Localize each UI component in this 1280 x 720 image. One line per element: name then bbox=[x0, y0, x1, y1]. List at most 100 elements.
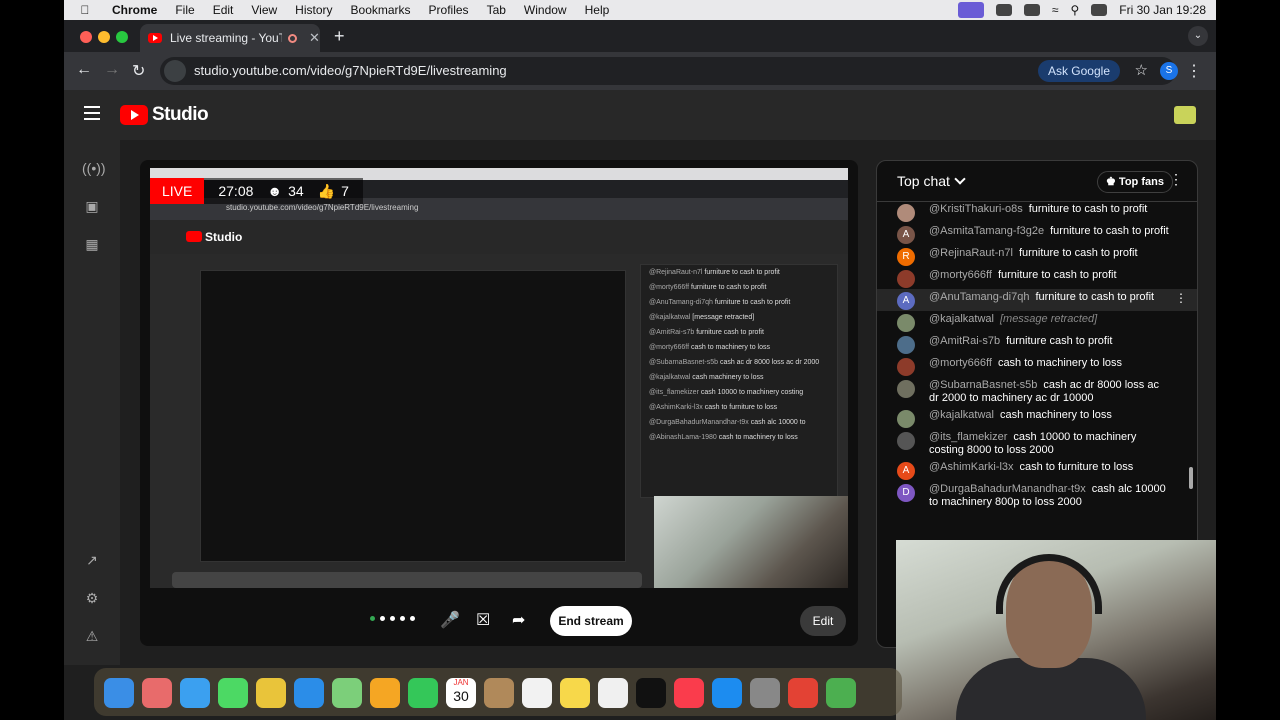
chat-scrollbar[interactable] bbox=[1189, 467, 1193, 489]
hamburger-menu-icon[interactable] bbox=[84, 106, 100, 124]
apple-icon[interactable]:  bbox=[74, 3, 96, 17]
microphone-icon[interactable]: 🎤 bbox=[440, 610, 460, 630]
menu-window[interactable]: Window bbox=[524, 3, 567, 17]
freeform-icon[interactable] bbox=[598, 678, 628, 708]
chat-author[interactable]: @SubarnaBasnet-s5b bbox=[929, 379, 1037, 391]
calendar-icon[interactable]: ▦ bbox=[82, 236, 102, 256]
app-icon[interactable] bbox=[788, 678, 818, 708]
chat-message[interactable]: @KristiThakuri-o8s furniture to cash to p… bbox=[877, 201, 1197, 223]
chat-author[interactable]: @AmitRai-s7b bbox=[929, 335, 1000, 347]
calendar-app-icon[interactable]: JAN 30 bbox=[446, 678, 476, 708]
stream-icon[interactable]: ((•)) bbox=[82, 160, 106, 180]
site-info-icon[interactable] bbox=[164, 60, 186, 82]
menu-tab[interactable]: Tab bbox=[487, 3, 506, 17]
back-icon[interactable]: ← bbox=[76, 61, 92, 79]
menu-edit[interactable]: Edit bbox=[213, 3, 234, 17]
feedback-icon[interactable] bbox=[1174, 106, 1196, 124]
avatar[interactable] bbox=[897, 314, 915, 332]
chat-author[interactable]: @kajalkatwal bbox=[929, 313, 994, 325]
chat-message[interactable]: @AmitRai-s7b furniture cash to profit bbox=[877, 333, 1197, 355]
forward-icon[interactable]: → bbox=[104, 61, 120, 79]
close-window-icon[interactable] bbox=[80, 31, 92, 43]
chat-message[interactable]: A @AshimKarki-l3x cash to furniture to los… bbox=[877, 459, 1197, 481]
connection-health-icon[interactable] bbox=[370, 616, 415, 621]
chrome-menu-icon[interactable]: ⋮ bbox=[1186, 61, 1202, 81]
avatar[interactable] bbox=[897, 270, 915, 288]
avatar[interactable] bbox=[897, 358, 915, 376]
chat-author[interactable]: @morty666ff bbox=[929, 269, 992, 281]
wifi-icon[interactable]: ≈ bbox=[1052, 3, 1059, 17]
chat-author[interactable]: @KristiThakuri-o8s bbox=[929, 203, 1023, 215]
battery-icon[interactable] bbox=[1023, 4, 1040, 16]
app-status-icon[interactable] bbox=[995, 4, 1012, 16]
screen-share-icon[interactable] bbox=[957, 2, 984, 18]
music-icon[interactable] bbox=[674, 678, 704, 708]
screen-share-stop-icon[interactable]: ☒ bbox=[476, 610, 490, 630]
new-tab-icon[interactable]: + bbox=[334, 26, 345, 47]
menu-help[interactable]: Help bbox=[585, 3, 610, 17]
menu-profiles[interactable]: Profiles bbox=[429, 3, 469, 17]
address-bar[interactable]: studio.youtube.com/video/g7NpieRTd9E/liv… bbox=[160, 57, 1176, 85]
control-center-icon[interactable] bbox=[1091, 4, 1108, 16]
avatar[interactable] bbox=[897, 204, 915, 222]
minimize-window-icon[interactable] bbox=[98, 31, 110, 43]
profile-avatar[interactable]: S bbox=[1160, 62, 1178, 80]
menu-bookmarks[interactable]: Bookmarks bbox=[351, 3, 411, 17]
share-icon[interactable]: ➦ bbox=[512, 610, 525, 630]
messages-icon[interactable] bbox=[218, 678, 248, 708]
chat-message[interactable]: @kajalkatwal cash machinery to loss bbox=[877, 407, 1197, 429]
camera-icon[interactable]: ▣ bbox=[82, 198, 102, 218]
chat-message[interactable]: D @DurgaBahadurManandhar-t9x cash alc 1000… bbox=[877, 481, 1197, 511]
chat-author[interactable]: @DurgaBahadurManandhar-t9x bbox=[929, 483, 1086, 495]
avatar[interactable] bbox=[897, 336, 915, 354]
chat-message-list[interactable]: @KristiThakuri-o8s furniture to cash to p… bbox=[877, 201, 1197, 511]
message-menu-icon[interactable]: ⋮ bbox=[1175, 292, 1187, 305]
stream-video[interactable]: studio.youtube.com/video/g7NpieRTd9E/liv… bbox=[150, 168, 848, 588]
chat-message[interactable]: @its_flamekizer cash 10000 to machinery c… bbox=[877, 429, 1197, 459]
end-stream-button[interactable]: End stream bbox=[550, 606, 632, 636]
menu-view[interactable]: View bbox=[251, 3, 277, 17]
chat-author[interactable]: @RejinaRaut-n7l bbox=[929, 247, 1013, 259]
reminders-icon[interactable] bbox=[522, 678, 552, 708]
chat-message[interactable]: @kajalkatwal [message retracted] bbox=[877, 311, 1197, 333]
safari-icon[interactable] bbox=[180, 678, 210, 708]
finder-icon[interactable] bbox=[104, 678, 134, 708]
chat-author[interactable]: @AnuTamang-di7qh bbox=[929, 291, 1029, 303]
chat-message[interactable]: @SubarnaBasnet-s5b cash ac dr 8000 loss a… bbox=[877, 377, 1197, 407]
chat-author[interactable]: @kajalkatwal bbox=[929, 409, 994, 421]
chat-author[interactable]: @AshimKarki-l3x bbox=[929, 461, 1014, 473]
chat-message[interactable]: @morty666ff furniture to cash to profit bbox=[877, 267, 1197, 289]
go-to-icon[interactable]: ↗ bbox=[82, 552, 102, 572]
chat-message[interactable]: A @AsmitaTamang-f3g2e furniture to cash to… bbox=[877, 223, 1197, 245]
app-store-icon[interactable] bbox=[712, 678, 742, 708]
reload-icon[interactable]: ↻ bbox=[132, 61, 145, 81]
system-settings-icon[interactable] bbox=[750, 678, 780, 708]
ask-google-button[interactable]: Ask Google bbox=[1037, 60, 1120, 82]
feedback-alert-icon[interactable]: ⚠ bbox=[82, 628, 102, 648]
facetime-icon[interactable] bbox=[408, 678, 438, 708]
chat-author[interactable]: @morty666ff bbox=[929, 357, 992, 369]
menu-history[interactable]: History bbox=[295, 3, 332, 17]
avatar[interactable]: D bbox=[897, 484, 915, 502]
app-icon-2[interactable] bbox=[826, 678, 856, 708]
avatar[interactable]: R bbox=[897, 248, 915, 266]
maximize-window-icon[interactable] bbox=[116, 31, 128, 43]
tv-icon[interactable] bbox=[636, 678, 666, 708]
avatar[interactable] bbox=[897, 432, 915, 450]
menu-app-name[interactable]: Chrome bbox=[112, 3, 157, 17]
avatar[interactable]: A bbox=[897, 292, 915, 310]
settings-gear-icon[interactable]: ⚙ bbox=[82, 590, 102, 610]
avatar[interactable] bbox=[897, 410, 915, 428]
avatar[interactable]: A bbox=[897, 462, 915, 480]
studio-logo[interactable]: Studio bbox=[120, 104, 209, 126]
top-fans-button[interactable]: ♚ Top fans bbox=[1097, 171, 1173, 193]
close-tab-icon[interactable]: ✕ bbox=[309, 30, 320, 46]
chat-author[interactable]: @AsmitaTamang-f3g2e bbox=[929, 225, 1044, 237]
menu-file[interactable]: File bbox=[175, 3, 194, 17]
spotlight-icon[interactable]: ⚲ bbox=[1070, 3, 1079, 17]
tab-live-streaming[interactable]: Live streaming - YouTube ✕ bbox=[140, 24, 320, 52]
photos-icon[interactable] bbox=[370, 678, 400, 708]
mail-icon[interactable] bbox=[294, 678, 324, 708]
edit-button[interactable]: Edit bbox=[800, 606, 846, 636]
notes-icon[interactable] bbox=[560, 678, 590, 708]
